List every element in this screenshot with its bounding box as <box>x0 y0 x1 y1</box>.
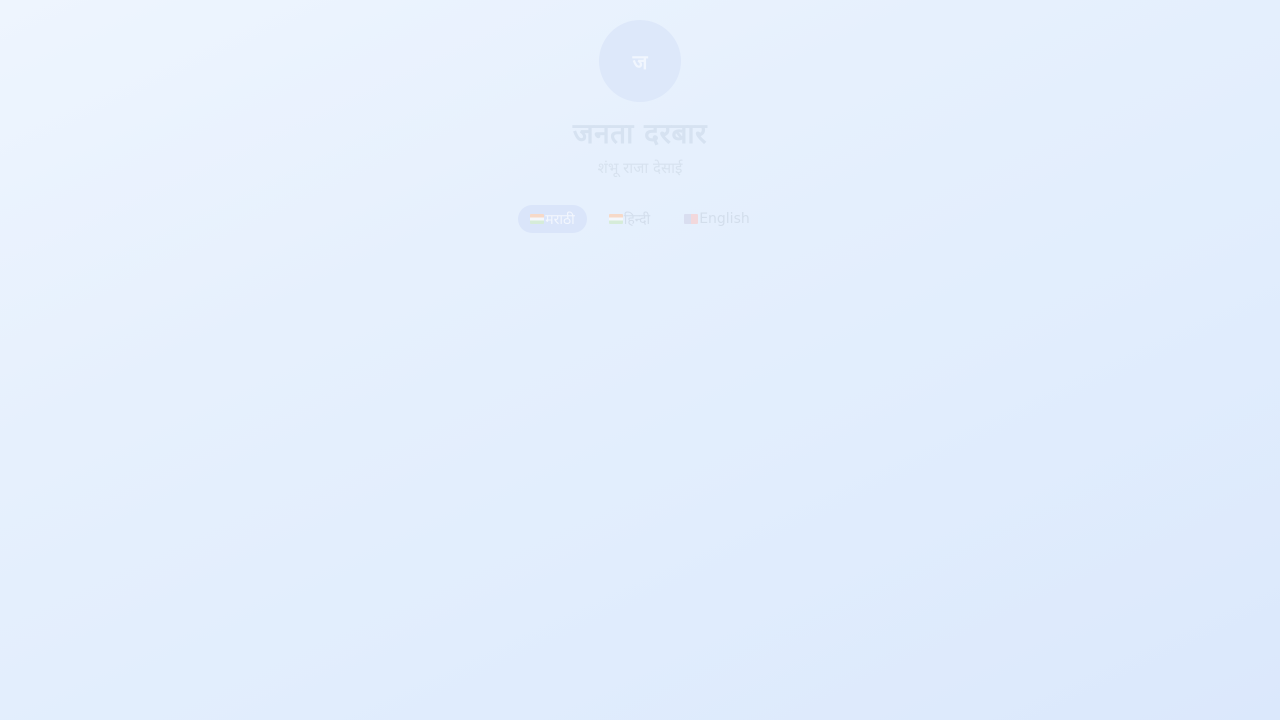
language-switcher: मराठी हिन्दी English <box>518 205 762 233</box>
uk-flag-icon <box>684 214 699 224</box>
india-flag-icon <box>608 214 623 224</box>
language-button-hindi[interactable]: हिन्दी <box>597 205 662 233</box>
avatar-initial: ज <box>632 49 648 74</box>
india-flag-icon <box>530 214 545 224</box>
language-label: English <box>699 211 750 227</box>
language-button-english[interactable]: English <box>672 205 762 233</box>
page-subtitle: शंभू राजा देसाई <box>597 159 683 177</box>
page-title: जनता दरबार <box>572 117 708 150</box>
profile-header: ज जनता दरबार शंभू राजा देसाई मराठी हिन्द… <box>0 0 1280 233</box>
avatar: ज <box>599 20 681 102</box>
language-label: हिन्दी <box>623 211 651 228</box>
language-label: मराठी <box>545 211 575 228</box>
language-button-marathi[interactable]: मराठी <box>518 205 587 233</box>
